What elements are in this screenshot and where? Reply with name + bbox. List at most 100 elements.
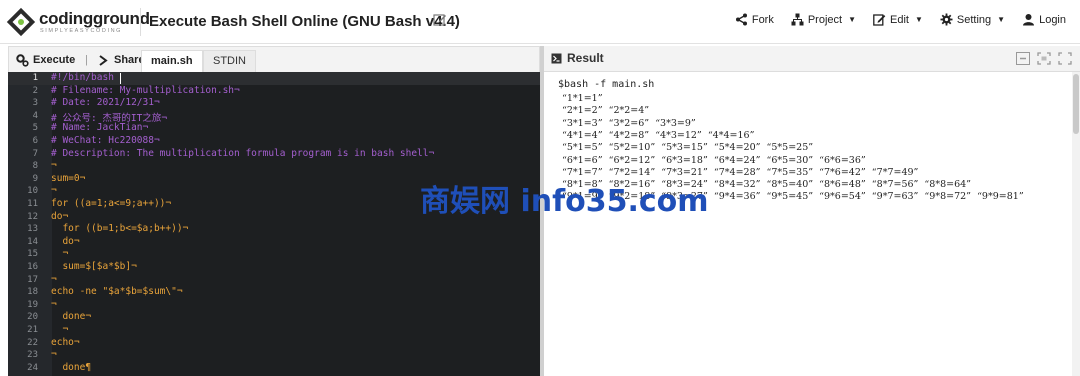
fullscreen-icon[interactable] bbox=[1058, 52, 1072, 65]
result-tools bbox=[1016, 52, 1072, 65]
edit-icon bbox=[873, 14, 886, 26]
nav-login-label: Login bbox=[1039, 13, 1066, 26]
code-line: ¬ bbox=[51, 185, 57, 197]
line-number: 14 bbox=[27, 236, 38, 247]
line-number: 20 bbox=[27, 312, 38, 323]
gear-icon bbox=[940, 13, 953, 26]
watermark-text: 商娱网 info35.com bbox=[420, 184, 709, 219]
tab-main-sh[interactable]: main.sh bbox=[141, 50, 203, 73]
line-number: 1 bbox=[32, 73, 38, 83]
header-separator bbox=[140, 8, 141, 36]
nav-edit[interactable]: Edit ▼ bbox=[873, 13, 923, 26]
share-button[interactable]: Share bbox=[97, 47, 145, 73]
share-label: Share bbox=[114, 54, 145, 66]
code-line: # Name: JackTian¬ bbox=[51, 122, 149, 134]
result-header: Result bbox=[544, 46, 1080, 72]
toolbar-separator: | bbox=[85, 54, 88, 66]
code-line: echo¬ bbox=[51, 336, 80, 348]
line-number: 21 bbox=[27, 325, 38, 335]
code-line: ¬ bbox=[51, 349, 57, 361]
nav-fork[interactable]: Fork bbox=[735, 13, 774, 26]
line-number: 13 bbox=[27, 224, 38, 235]
nav-edit-label: Edit bbox=[890, 13, 909, 26]
output-line: “3*1=3” “3*2=6” “3*3=9” bbox=[562, 117, 696, 129]
text-cursor bbox=[120, 73, 121, 84]
output-line: “4*1=4” “4*2=8” “4*3=12” “4*4=16” bbox=[562, 129, 755, 141]
execute-button[interactable]: Execute bbox=[16, 47, 75, 73]
code-editor[interactable]: 1 2 3 4 5 6 7 8 9 10 11 12 13 14 15 16 17 18 19 20 21 22 23 24 … bbox=[8, 72, 540, 376]
line-number: 19 bbox=[27, 299, 38, 310]
terminal-icon bbox=[551, 53, 562, 63]
code-line: ¬ bbox=[51, 298, 57, 310]
nav-login[interactable]: Login bbox=[1022, 13, 1066, 26]
output-line: “6*1=6” “6*2=12” “6*3=18” “6*4=24” “6*5=… bbox=[562, 154, 866, 166]
nav-setting[interactable]: Setting ▼ bbox=[940, 13, 1005, 26]
result-title-label: Result bbox=[567, 51, 604, 65]
logo-icon bbox=[6, 7, 36, 37]
editor-toolbar: Execute | Share main.sh STDIN bbox=[8, 46, 540, 73]
run-command: $bash -f main.sh bbox=[558, 79, 655, 90]
top-header: codingground SIMPLYEASYCODING Execute Ba… bbox=[0, 0, 1080, 44]
line-number: 12 bbox=[27, 211, 38, 222]
project-icon bbox=[791, 13, 804, 26]
code-line: #!/bin/bash bbox=[51, 72, 114, 83]
code-line: # Description: The multiplication formul… bbox=[51, 147, 435, 159]
code-line: sum=0¬ bbox=[51, 172, 86, 184]
code-line: done¬ bbox=[51, 311, 92, 323]
code-line: ¬ bbox=[51, 248, 69, 260]
code-line: ¬ bbox=[51, 160, 57, 172]
line-number: 15 bbox=[27, 249, 38, 260]
line-number: 6 bbox=[32, 136, 38, 146]
code-line: # WeChat: Hc220088¬ bbox=[51, 135, 160, 146]
expand-icon[interactable] bbox=[1037, 52, 1051, 65]
logo-tagline: SIMPLYEASYCODING bbox=[40, 28, 123, 34]
code-line: do¬ bbox=[51, 235, 80, 247]
page-title: Execute Bash Shell Online (GNU Bash v4.4… bbox=[149, 13, 460, 30]
chevron-down-icon: ▼ bbox=[848, 15, 857, 24]
chevron-down-icon: ▼ bbox=[914, 15, 923, 24]
collapse-icon[interactable] bbox=[1016, 52, 1030, 65]
logo-text: codingground bbox=[39, 9, 150, 28]
code-line: do¬ bbox=[51, 210, 69, 222]
scrollbar-thumb[interactable] bbox=[1073, 74, 1079, 134]
output-line: “2*1=2” “2*2=4” bbox=[562, 105, 650, 117]
nav-project[interactable]: Project ▼ bbox=[791, 13, 856, 26]
line-number: 11 bbox=[27, 199, 38, 209]
code-line: for ((a=1;a<=9;a++))¬ bbox=[51, 198, 172, 209]
logo[interactable]: codingground SIMPLYEASYCODING bbox=[6, 5, 150, 39]
output-line: “5*1=5” “5*2=10” “5*3=15” “5*4=20” “5*5=… bbox=[562, 142, 814, 154]
user-icon bbox=[1023, 14, 1035, 26]
code-line: # Filename: My-multiplication.sh¬ bbox=[51, 84, 240, 96]
output-line: “1*1=1” bbox=[562, 93, 603, 104]
share-icon bbox=[99, 54, 108, 66]
line-number: 10 bbox=[27, 186, 38, 197]
tab-stdin[interactable]: STDIN bbox=[203, 50, 256, 73]
chevron-down-icon: ▼ bbox=[997, 15, 1006, 24]
code-line: for ((b=1;b<=$a;b++))¬ bbox=[51, 223, 189, 235]
code-line: # Date: 2021/12/31¬ bbox=[51, 97, 160, 109]
edit-title-icon[interactable] bbox=[433, 13, 447, 27]
nav-project-label: Project bbox=[807, 13, 843, 26]
line-number: 17 bbox=[27, 274, 38, 285]
line-number: 2 bbox=[32, 85, 38, 96]
line-number: 18 bbox=[27, 287, 38, 298]
nav-setting-label: Setting bbox=[956, 13, 992, 26]
result-scrollbar[interactable] bbox=[1072, 72, 1080, 376]
line-number: 5 bbox=[32, 123, 38, 134]
code-line: ¬ bbox=[51, 324, 69, 335]
line-number: 3 bbox=[32, 98, 38, 109]
nav-fork-label: Fork bbox=[751, 13, 774, 26]
code-line: done¶ bbox=[51, 361, 92, 373]
code-line: ¬ bbox=[51, 273, 57, 285]
execute-label: Execute bbox=[33, 54, 76, 66]
result-title: Result bbox=[551, 51, 604, 65]
header-nav: Fork Project ▼ Edit ▼ Setting ▼ Login bbox=[735, 13, 1066, 26]
line-number: 22 bbox=[27, 337, 38, 348]
line-number: 9 bbox=[32, 173, 38, 184]
execute-icon bbox=[16, 53, 29, 67]
line-number: 16 bbox=[27, 262, 38, 272]
line-number: 8 bbox=[32, 161, 38, 172]
line-number: 23 bbox=[27, 350, 38, 361]
line-number: 7 bbox=[32, 148, 38, 159]
code-line: sum=$[$a*$b]¬ bbox=[51, 261, 137, 272]
